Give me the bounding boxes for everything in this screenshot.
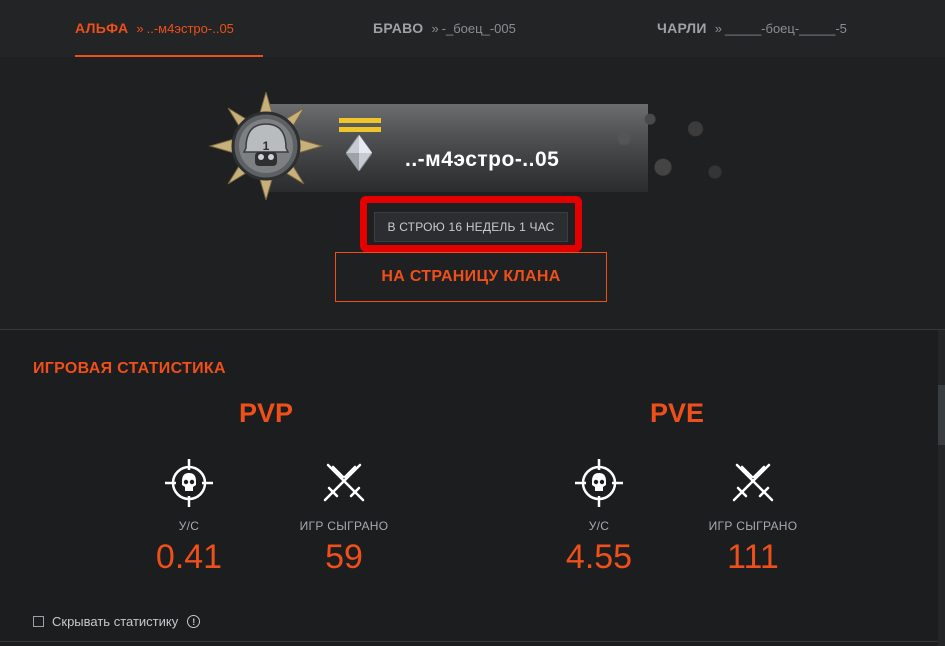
pve-kd-label: У/С [588, 519, 610, 533]
pve-title: PVE [650, 398, 705, 428]
pve-games-value: 111 [727, 538, 779, 576]
service-time-label: В СТРОЮ 16 НЕДЕЛЬ 1 ЧАС [374, 212, 568, 242]
pvp-games-value: 59 [325, 538, 363, 576]
bottom-divider [0, 641, 945, 642]
chevron-right-icon: » [136, 20, 143, 36]
scrollbar[interactable] [938, 330, 945, 646]
tab-charlie[interactable]: ЧАРЛИ » _____-боец-_____-5 [657, 18, 847, 38]
chevron-right-icon: » [714, 20, 722, 36]
tab-charlie-name: ЧАРЛИ [657, 20, 707, 36]
hide-stats-option[interactable]: Скрывать статистику ! [33, 614, 201, 629]
hide-stats-checkbox[interactable] [33, 616, 44, 627]
pve-kd-value: 4.55 [565, 538, 633, 576]
tab-bravo-name: БРАВО [373, 20, 424, 36]
pvp-kd-label: У/С [178, 519, 200, 533]
stats-section-title: ИГРОВАЯ СТАТИСТИКА [33, 360, 226, 377]
rank-stripes-icon [339, 118, 381, 136]
tab-charlie-player: _____-боец-_____-5 [725, 20, 847, 36]
info-icon[interactable]: ! [187, 615, 201, 628]
tab-alfa-name: АЛЬФА [75, 20, 129, 36]
tab-bravo[interactable]: БРАВО » -_боец_-005 [373, 18, 516, 38]
pvp-games-label: ИГР СЫГРАНО [299, 519, 389, 533]
crosshair-skull-icon [575, 459, 623, 507]
pve-games-label: ИГР СЫГРАНО [708, 519, 798, 533]
diamond-icon [346, 135, 372, 171]
svg-text:1: 1 [263, 139, 270, 153]
chevron-right-icon: » [431, 20, 438, 36]
crosshair-skull-icon [165, 459, 213, 507]
player-tabs: АЛЬФА » ..-м4эстро-..05 БРАВО » -_боец_-… [0, 0, 945, 57]
banner-rubble [598, 100, 728, 196]
player-name: ..-м4эстро-..05 [405, 148, 560, 171]
pvp-title: PVP [239, 398, 294, 428]
tab-alfa-player: ..-м4эстро-..05 [146, 20, 234, 36]
scrollbar-thumb[interactable] [938, 385, 945, 445]
clan-page-button[interactable]: НА СТРАНИЦУ КЛАНА [335, 252, 607, 302]
helmet-badge-icon: 1 [208, 92, 324, 200]
crossed-swords-icon [732, 463, 774, 502]
tab-bravo-player: -_боец_-005 [441, 20, 516, 36]
hide-stats-label: Скрывать статистику [52, 614, 179, 629]
crossed-swords-icon [323, 463, 365, 502]
pvp-kd-value: 0.41 [155, 538, 223, 576]
tab-alfa[interactable]: АЛЬФА » ..-м4эстро-..05 [75, 18, 234, 38]
